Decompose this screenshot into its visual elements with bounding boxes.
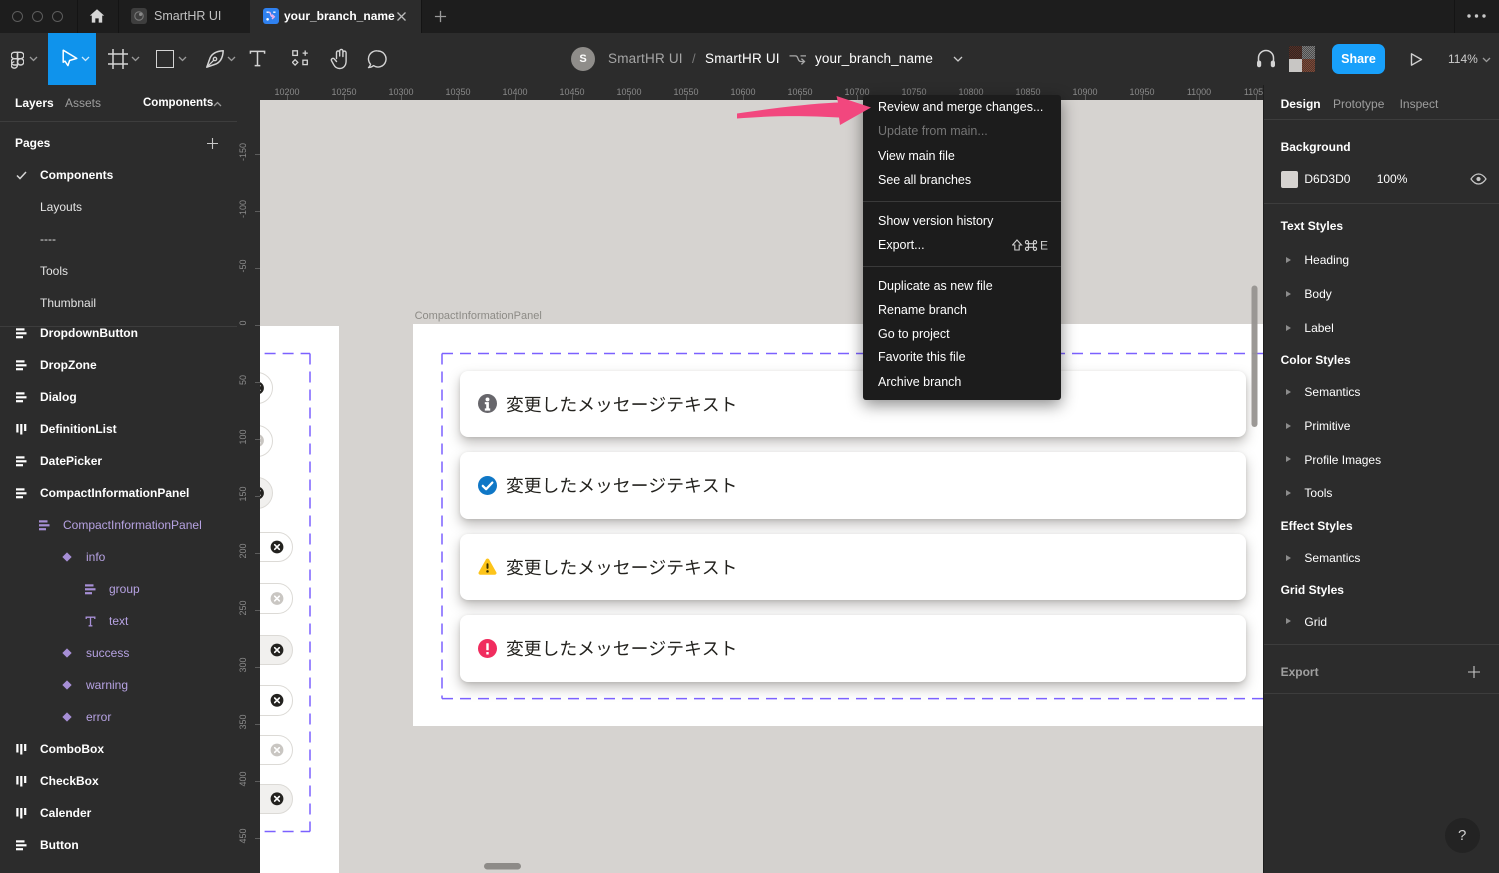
svg-text:E: E (1040, 239, 1048, 252)
